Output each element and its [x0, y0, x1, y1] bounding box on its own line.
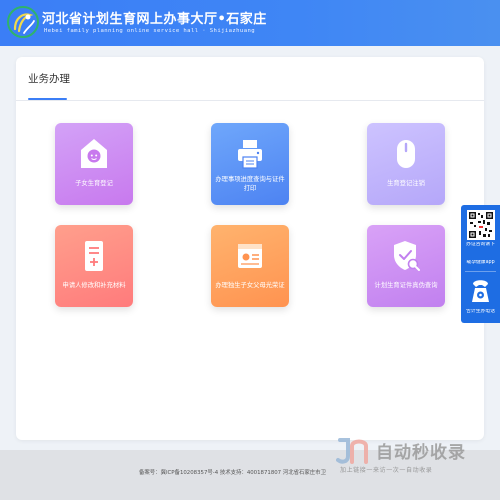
site-title: 河北省计划生育网上办事大厅•石家庄 [42, 12, 267, 27]
qr-code-icon [469, 212, 493, 238]
service-label: 生育登记注销 [387, 180, 425, 187]
service-label: 办理独生子女父母光荣证 [215, 282, 285, 289]
printer-icon [238, 140, 262, 169]
qr-code-box[interactable] [467, 210, 495, 240]
qr-caption: 办证咨询请下 [466, 242, 495, 247]
mouse-icon [397, 140, 415, 168]
service-tile-authenticity-check[interactable]: 计划生育证件真伪查询 [367, 225, 445, 307]
site-subtitle: Hebei family planning online service hal… [44, 28, 255, 34]
document-edit-icon [85, 241, 103, 271]
phone-caption: 告计生办电话 [466, 309, 495, 314]
service-label: 计划生育证件真伪查询 [374, 282, 438, 289]
shield-search-icon [394, 241, 420, 271]
house-child-icon [81, 139, 107, 168]
app-caption: 载孕健康app [466, 260, 495, 265]
service-tile-progress-query[interactable]: 办理事项进度查询与证件打印 [211, 123, 289, 205]
certificate-icon [238, 244, 262, 268]
panel-divider [465, 271, 496, 272]
service-label: 办理事项进度查询与证件打印 [215, 176, 285, 192]
section-title[interactable]: 业务办理 [28, 71, 70, 86]
watermark-slogan: 加上链接一来访一次一自动收录 [340, 467, 433, 474]
watermark-title: 自动秒收录 [376, 443, 466, 463]
service-label: 子女生育登记 [75, 180, 113, 187]
service-tile-registration-cancel[interactable]: 生育登记注销 [367, 123, 445, 205]
service-tile-modify-materials[interactable]: 申请人修改和补充材料 [55, 225, 133, 307]
site-header: 河北省计划生育网上办事大厅•石家庄 Hebei family planning … [0, 0, 500, 46]
floating-contact-panel: 办证咨询请下 载孕健康app 告计生办电话 [461, 205, 500, 323]
family-logo-icon [7, 6, 39, 38]
phone-icon[interactable] [470, 275, 491, 305]
footer-info: 备案号：冀ICP备10208357号-4 技术支持：4001871807 河北省… [139, 470, 326, 476]
service-label: 申请人修改和补充材料 [62, 282, 126, 289]
service-tile-honor-certificate[interactable]: 办理独生子女父母光荣证 [211, 225, 289, 307]
section-tab-indicator [28, 98, 67, 100]
service-tile-birth-registration[interactable]: 子女生育登记 [55, 123, 133, 205]
watermark-logo-icon [336, 438, 368, 464]
panel-header: 业务办理 [16, 57, 484, 101]
watermark-overlay: 自动秒收录 加上链接一来访一次一自动收录 [336, 432, 496, 480]
